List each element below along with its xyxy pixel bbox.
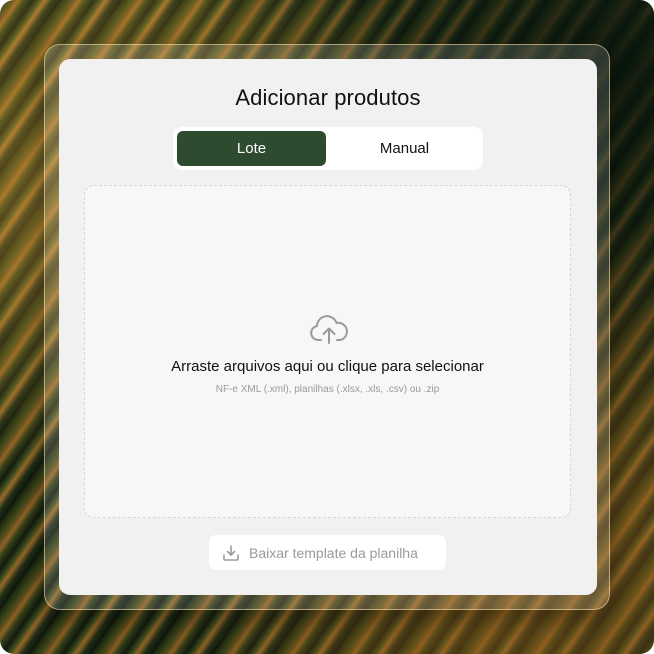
- download-template-label: Baixar template da planilha: [249, 544, 418, 561]
- mode-tabs: Lote Manual: [173, 127, 483, 170]
- tab-lote[interactable]: Lote: [177, 131, 326, 166]
- add-products-dialog: Adicionar produtos Lote Manual Arraste a…: [59, 59, 597, 595]
- dialog-title: Adicionar produtos: [235, 85, 421, 110]
- download-template-button[interactable]: Baixar template da planilha: [209, 535, 446, 570]
- tab-manual[interactable]: Manual: [330, 131, 479, 166]
- cloud-upload-icon: [310, 315, 348, 344]
- download-icon: [223, 544, 239, 561]
- file-dropzone[interactable]: Arraste arquivos aqui ou clique para sel…: [84, 185, 571, 518]
- dropzone-instruction: Arraste arquivos aqui ou clique para sel…: [171, 358, 484, 375]
- dropzone-file-types: NF-e XML (.xml), planilhas (.xlsx, .xls,…: [215, 384, 440, 395]
